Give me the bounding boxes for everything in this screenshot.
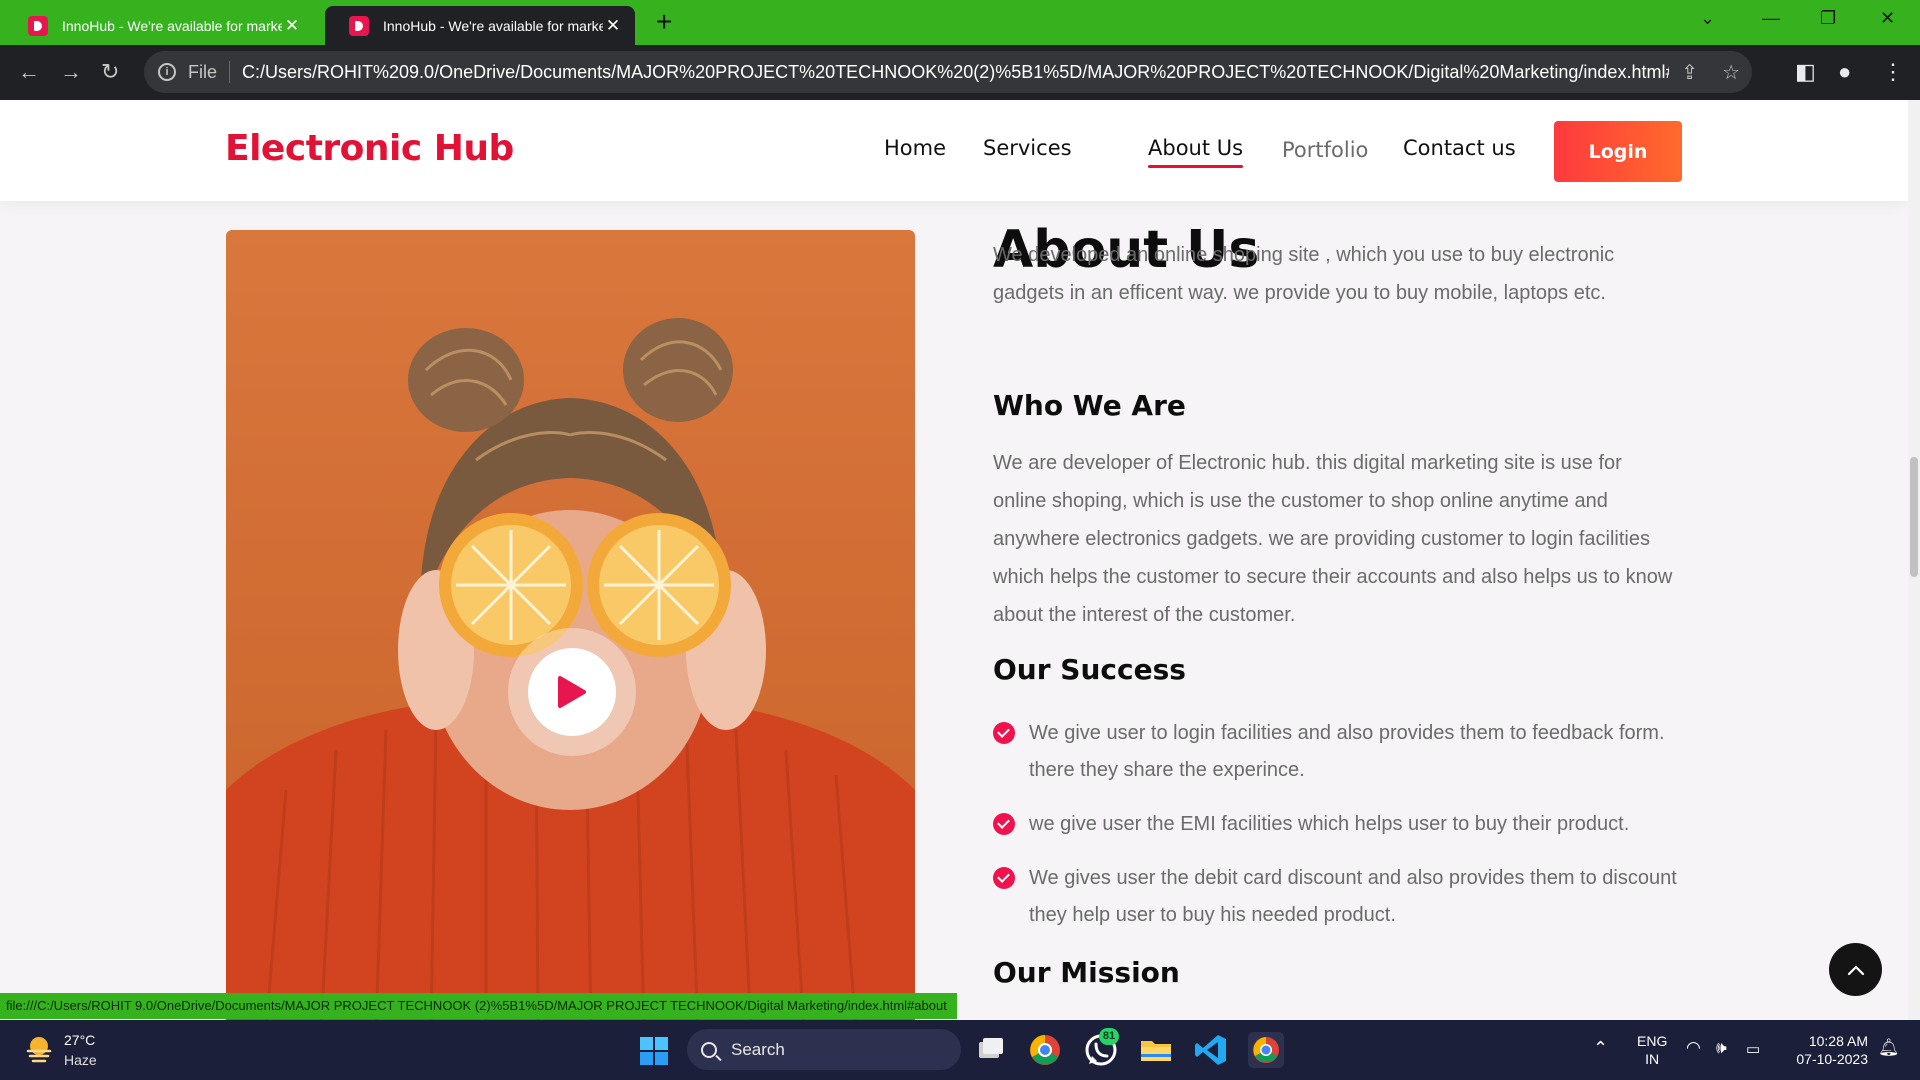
list-item: we give user the EMI facilities which he… [993,806,1683,843]
windows-start-icon[interactable] [640,1037,668,1065]
back-icon[interactable]: ← [18,59,40,85]
notification-bell-icon[interactable]: 🔔︎ [1878,1038,1900,1058]
nav-services[interactable]: Services [983,136,1072,160]
check-circle-icon [993,722,1015,744]
url-scheme-label: File [188,61,218,82]
minimize-icon[interactable]: — [1762,8,1780,29]
list-item: We gives user the debit card discount an… [993,860,1683,934]
address-bar[interactable]: i File C:/Users/ROHIT%209.0/OneDrive/Doc… [144,51,1752,93]
tab-search-chevron-icon[interactable]: ⌄ [1700,8,1715,29]
play-icon [558,676,586,708]
wifi-icon[interactable]: ◠ [1686,1038,1701,1058]
success-item-text: We gives user the debit card discount an… [1029,867,1677,926]
who-we-are-text: We are developer of Electronic hub. this… [993,452,1673,626]
girl-with-oranges-illustration [226,318,915,1020]
share-icon[interactable]: ⇪ [1681,60,1698,85]
list-item: We give user to login facilities and als… [993,715,1683,789]
profile-icon[interactable]: ● [1838,59,1851,85]
browser-tab-bar: InnoHub - We're available for marketing … [0,0,1920,45]
haze-weather-icon[interactable] [24,1034,54,1064]
who-we-are-heading: Who We Are [993,389,1186,422]
chrome-icon[interactable] [1027,1032,1063,1068]
url-text[interactable]: C:/Users/ROHIT%209.0/OneDrive/Documents/… [242,62,1669,83]
restore-icon[interactable]: ❐ [1820,8,1836,29]
success-item-text: We give user to login facilities and als… [1029,722,1665,781]
clock-time: 10:28 AM [1808,1033,1868,1049]
link-status-bubble: file:///C:/Users/ROHIT 9.0/OneDrive/Docu… [0,993,957,1019]
whatsapp-unread-badge: 81 [1099,1028,1119,1045]
weather-condition[interactable]: Haze [64,1052,97,1068]
page-scrollbar[interactable] [1908,100,1920,1020]
forward-icon[interactable]: → [60,59,82,85]
site-header: Electronic Hub Home Services About Us Po… [0,100,1908,201]
site-logo[interactable]: Electronic Hub [225,128,514,169]
volume-icon[interactable]: 🕪 [1716,1038,1727,1058]
browser-tab-1[interactable]: InnoHub - We're available for marketing … [4,6,314,45]
search-icon [701,1041,717,1058]
innohub-favicon-icon [28,15,48,36]
browser-toolbar: ← → ↻ i File C:/Users/ROHIT%209.0/OneDri… [0,45,1920,100]
language-indicator[interactable]: ENG IN [1637,1032,1667,1068]
login-button[interactable]: Login [1554,121,1682,182]
nav-portfolio[interactable]: Portfolio [1282,138,1368,162]
browser-tab-2[interactable]: InnoHub - We're available for marketing … [325,6,635,45]
language-code: ENG [1637,1033,1668,1049]
clock-date: 07-10-2023 [1796,1051,1868,1067]
success-item-text: we give user the EMI facilities which he… [1029,813,1630,835]
nav-contact-us[interactable]: Contact us [1403,136,1516,160]
windows-taskbar: 27°C Haze Search 81 ⌃ ENG IN ◠ 🕪 ▭ 10:28… [0,1020,1920,1080]
back-to-top-button[interactable] [1829,943,1882,996]
check-circle-icon [993,867,1015,889]
battery-icon[interactable]: ▭ [1746,1040,1760,1058]
tab-close-icon[interactable]: ✕ [282,16,302,36]
our-success-heading: Our Success [993,653,1186,686]
file-explorer-icon[interactable] [1138,1032,1174,1068]
menu-kebab-icon[interactable]: ⋮ [1882,59,1904,85]
play-video-button[interactable] [528,648,616,736]
nav-home[interactable]: Home [884,136,946,160]
chevron-up-tray-icon[interactable]: ⌃ [1593,1038,1608,1059]
new-tab-button[interactable]: + [656,8,672,36]
chevron-up-icon [1847,964,1864,975]
web-page: Electronic Hub Home Services About Us Po… [0,100,1908,1020]
innohub-favicon-icon [349,15,369,36]
close-window-icon[interactable]: ✕ [1880,8,1895,29]
side-panel-icon[interactable]: ◧ [1795,59,1816,85]
clock[interactable]: 10:28 AM 07-10-2023 [1786,1032,1868,1068]
nav-about-us[interactable]: About Us [1148,136,1244,168]
tab-title: InnoHub - We're available for marketing [383,17,603,34]
tab-close-icon[interactable]: ✕ [603,16,623,36]
site-info-icon[interactable]: i [158,63,176,81]
chrome-active-icon[interactable] [1248,1032,1284,1068]
about-photo [226,230,915,1020]
reload-icon[interactable]: ↻ [101,59,119,85]
taskbar-search[interactable]: Search [687,1029,961,1070]
region-code: IN [1645,1051,1660,1067]
tab-title: InnoHub - We're available for marketing [62,17,282,34]
omnibox-divider [229,61,231,83]
vscode-icon[interactable] [1193,1032,1229,1068]
our-mission-heading: Our Mission [993,956,1180,989]
about-intro-text: We developed an online shoping site , wh… [993,244,1615,304]
check-circle-icon [993,813,1015,835]
scrollbar-thumb[interactable] [1910,457,1918,577]
search-label: Search [731,1039,785,1059]
task-view-icon[interactable] [973,1032,1009,1068]
bookmark-star-icon[interactable]: ☆ [1722,60,1740,85]
weather-temperature[interactable]: 27°C [64,1032,95,1048]
